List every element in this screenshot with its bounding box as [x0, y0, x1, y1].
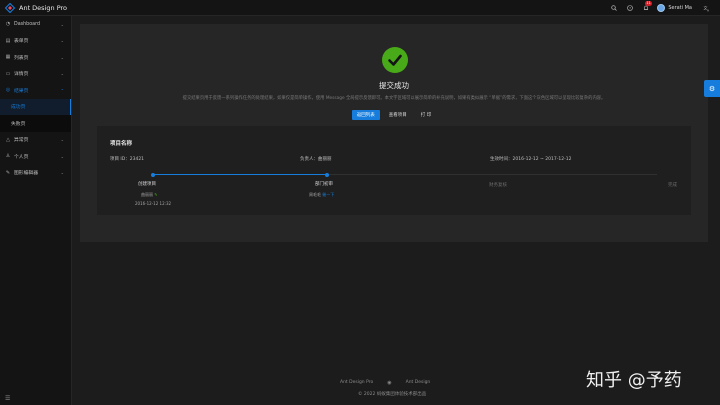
- notification-badge: 11: [644, 1, 653, 6]
- dingding-icon: ✎: [154, 192, 158, 197]
- highlight-icon: ✎: [5, 169, 11, 176]
- step-1-operator-name: 曲丽丽: [141, 192, 153, 197]
- sidebar-subitem-label: 成功页: [11, 105, 26, 111]
- user-menu[interactable]: Serati Ma: [657, 4, 692, 12]
- result-actions: 返回列表 查看项目 打 印: [80, 110, 708, 120]
- chevron-down-icon: ⌄: [60, 54, 64, 60]
- user-icon: ♙: [5, 153, 11, 160]
- translate-icon[interactable]: 文A: [698, 0, 714, 16]
- question-icon[interactable]: ?: [622, 0, 638, 16]
- sidebar-item-label: 列表页: [14, 55, 29, 61]
- avatar: [657, 4, 666, 12]
- chevron-down-icon: ⌄: [60, 153, 64, 159]
- steps-pending-line: [327, 174, 657, 175]
- project-detail-panel: 项目名称 项目 ID：23421 负责人：曲丽丽 生效时间：2016-12-12…: [97, 126, 691, 215]
- github-icon[interactable]: ◉: [387, 380, 391, 386]
- top-header: Ant Design Pro ? 11 Serati Ma 文A: [0, 0, 720, 16]
- step-title-3: 财务复核: [489, 183, 507, 188]
- step-title-2: 部门初审: [315, 182, 333, 187]
- sidebar-subitem-fail[interactable]: 失败页: [0, 115, 71, 132]
- result-card: 提交成功 提交结果页用于反馈一系列操作任务的处理结果，如果仅是简单操作，使用 M…: [80, 24, 708, 242]
- sidebar-item-label: 图形编辑器: [14, 171, 38, 177]
- sidebar: ◔ Dashboard ⌄ ▤ 表单页 ⌄ ▦ 列表页 ⌄ ▭ 详情页 ⌄ ◎ …: [0, 16, 72, 405]
- search-icon[interactable]: [606, 0, 622, 16]
- sidebar-item-form[interactable]: ▤ 表单页 ⌄: [0, 33, 71, 50]
- steps-progress-line: [153, 174, 325, 175]
- sidebar-item-profile[interactable]: ▭ 详情页 ⌄: [0, 66, 71, 83]
- sidebar-item-label: 表单页: [14, 39, 29, 45]
- sidebar-item-result[interactable]: ◎ 结果页 ⌃: [0, 82, 71, 99]
- urge-link[interactable]: 催一下: [322, 192, 334, 197]
- sidebar-item-editor[interactable]: ✎ 图形编辑器 ⌄: [0, 165, 71, 182]
- bell-icon[interactable]: 11: [638, 0, 654, 16]
- result-description: 提交结果页用于反馈一系列操作任务的处理结果，如果仅是简单操作，使用 Messag…: [182, 96, 606, 101]
- project-owner-label: 负责人：: [300, 157, 318, 162]
- step-2-operator: 周毛毛 催一下: [309, 192, 334, 198]
- sidebar-subitem-label: 失败页: [11, 121, 26, 127]
- step-2-operator-name: 周毛毛: [309, 192, 321, 197]
- project-title: 项目名称: [110, 141, 133, 147]
- step-title-1: 创建项目: [138, 182, 156, 187]
- zhihu-watermark: 知乎 @予药: [586, 370, 682, 391]
- project-owner: 负责人：曲丽丽: [300, 156, 332, 162]
- project-time-label: 生效时间：: [490, 157, 513, 162]
- sidebar-subitem-success[interactable]: 成功页: [0, 98, 71, 115]
- svg-text:A: A: [707, 8, 710, 12]
- project-id-value: 23421: [129, 157, 145, 162]
- back-to-list-button[interactable]: 返回列表: [351, 110, 380, 120]
- step-title-4: 完成: [668, 183, 677, 188]
- footer-copyright: © 2022 蚂蚁集团体验技术部出品: [358, 392, 427, 397]
- dashboard-icon: ◔: [5, 21, 11, 28]
- check-circle-icon: ◎: [5, 87, 11, 94]
- project-id: 项目 ID：23421: [110, 156, 144, 162]
- chevron-down-icon: ⌄: [60, 38, 64, 44]
- sidebar-item-exception[interactable]: △ 异常页 ⌄: [0, 132, 71, 149]
- step-dot-1: [151, 172, 155, 177]
- chevron-down-icon: ⌄: [60, 137, 64, 143]
- chevron-down-icon: ⌄: [60, 170, 64, 176]
- form-icon: ▤: [5, 37, 11, 44]
- gear-icon: ⚙: [708, 84, 716, 93]
- sidebar-item-label: 详情页: [14, 72, 29, 78]
- user-name: Serati Ma: [668, 5, 692, 11]
- menu-fold-icon[interactable]: ☰: [5, 395, 10, 402]
- step-1-time: 2016-12-12 12:32: [135, 201, 172, 206]
- sidebar-item-list[interactable]: ▦ 列表页 ⌄: [0, 49, 71, 66]
- app-title: Ant Design Pro: [19, 3, 68, 12]
- chevron-down-icon: ⌄: [60, 71, 64, 77]
- sidebar-item-account[interactable]: ♙ 个人页 ⌄: [0, 148, 71, 165]
- sidebar-item-label: 个人页: [14, 154, 29, 160]
- sidebar-item-label: 结果页: [14, 88, 29, 94]
- sidebar-item-label: 异常页: [14, 138, 29, 144]
- warning-icon: △: [6, 136, 10, 143]
- svg-text:?: ?: [629, 6, 631, 10]
- footer-links: Ant Design Pro ◉ Ant Design: [340, 380, 430, 386]
- print-button[interactable]: 打 印: [415, 110, 437, 120]
- project-effective-time: 生效时间：2016-12-12 ~ 2017-12-12: [490, 156, 571, 162]
- setting-drawer-button[interactable]: ⚙: [704, 80, 720, 97]
- footer-link-antd[interactable]: Ant Design: [406, 380, 431, 386]
- ant-design-logo-icon: [5, 2, 15, 13]
- project-owner-value: 曲丽丽: [318, 157, 332, 162]
- step-1-operator: 曲丽丽 ✎: [141, 192, 158, 198]
- profile-icon: ▭: [5, 70, 11, 77]
- sidebar-item-dashboard[interactable]: ◔ Dashboard ⌄: [0, 16, 71, 33]
- project-time-value: 2016-12-12 ~ 2017-12-12: [512, 157, 572, 162]
- chevron-down-icon: ⌄: [60, 21, 64, 27]
- success-check-icon: [382, 47, 408, 73]
- project-id-label: 项目 ID：: [110, 157, 130, 162]
- result-title: 提交成功: [379, 81, 409, 90]
- chevron-up-icon: ⌃: [60, 87, 64, 93]
- footer-link-pro[interactable]: Ant Design Pro: [340, 380, 373, 386]
- sidebar-item-label: Dashboard: [14, 21, 41, 27]
- view-project-button[interactable]: 查看项目: [383, 110, 412, 120]
- app-logo[interactable]: Ant Design Pro: [0, 2, 72, 13]
- step-dot-2: [325, 172, 329, 177]
- table-icon: ▦: [5, 54, 11, 61]
